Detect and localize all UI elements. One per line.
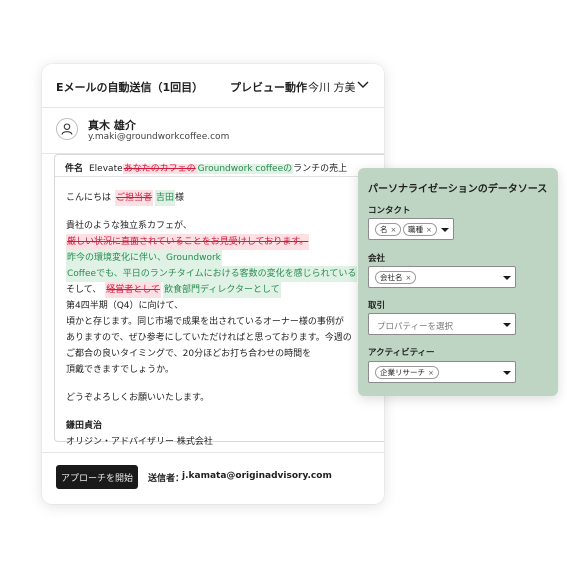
chip-first-name[interactable]: 名 × <box>375 223 402 236</box>
greeting-deleted: ご担当者 <box>115 190 154 206</box>
subject-value[interactable]: Elevateあなたのカフェの Groundwork coffeeのランチの売上 <box>89 161 347 174</box>
greeting-line: こんにちは ご担当者 吉田様 <box>66 190 384 206</box>
sender-row: 真木 雄介 y.maki@groundworkcoffee.com <box>42 108 384 154</box>
card-title: Eメールの自動送信（1回目） <box>56 81 204 94</box>
deal-placeholder: プロパティーを選択 <box>377 322 453 332</box>
subject-suffix: ランチの売上 <box>293 164 348 174</box>
body-line: Coffeeでも、平日のランチタイムにおける客数の変化を感じられている <box>66 266 384 282</box>
subject-deleted: あなたのカフェの <box>122 164 197 174</box>
p1-inserted-2: Coffeeでも、平日のランチタイムにおける客数の変化を感じられている <box>66 266 358 282</box>
body-line: 昨今の環境変化に伴い、Groundwork <box>66 250 384 266</box>
caret-down-icon[interactable] <box>441 228 449 232</box>
p1-deleted: 厳しい状況に直面されていることをお見受けしております。 <box>66 234 310 250</box>
start-approach-button[interactable]: アプローチを開始 <box>56 465 138 489</box>
p1-inserted-1: 昨今の環境変化に伴い、Groundwork <box>66 250 222 266</box>
body-line: 貴社のような独立系カフェが、 <box>66 221 192 231</box>
body-line: ありますので、ぜひ参考にしていただければと思っております。今週の <box>66 333 352 343</box>
caret-down-icon[interactable] <box>503 276 511 280</box>
chip-label: 職種 <box>408 225 423 234</box>
signature-company: オリジン・アドバイザリー 株式会社 <box>66 437 213 447</box>
chip-company-research[interactable]: 企業リサーチ × <box>375 366 439 379</box>
close-icon[interactable]: × <box>426 226 432 234</box>
greeting-prefix: こんにちは <box>66 193 112 203</box>
activity-label: アクティビティー <box>368 348 435 358</box>
card-footer: アプローチを開始 送信者： j.kamata@originadvisory.co… <box>42 452 384 504</box>
activity-select[interactable]: 企業リサーチ × <box>368 361 516 383</box>
p2-deleted: 経営者として <box>105 282 162 298</box>
body-line: 頂戴できますでしょうか。 <box>66 365 174 375</box>
card-header: Eメールの自動送信（1回目） プレビュー動作 今川 方美 <box>42 64 384 108</box>
signature-name: 鎌田貞治 <box>66 421 103 431</box>
person-icon <box>56 118 78 140</box>
body-line: 頃かと存じます。同じ市場で成果を出されているオーナー様の事例が <box>66 317 344 327</box>
contact-label: コンタクト <box>368 206 411 216</box>
sender-name: 真木 雄介 <box>88 119 136 132</box>
body-line: 厳しい状況に直面されていることをお見受けしております。 <box>66 234 384 250</box>
close-icon[interactable]: × <box>391 226 397 234</box>
closing-line: どうぞよろしくお願いいたします。 <box>66 393 210 403</box>
chip-label: 企業リサーチ <box>380 368 425 377</box>
subject-row: 件名 Elevateあなたのカフェの Groundwork coffeeのランチの… <box>55 155 384 177</box>
greeting-inserted: 吉田 <box>155 190 176 206</box>
footer-sender-label: 送信者： <box>148 474 185 484</box>
email-preview-card: Eメールの自動送信（1回目） プレビュー動作 今川 方美 真木 雄介 y.mak… <box>42 64 384 504</box>
preview-label: プレビュー動作 <box>230 81 307 94</box>
subject-inserted: Groundwork coffeeの <box>196 164 294 174</box>
panel-title: パーソナライゼーションのデータソース <box>368 184 548 195</box>
deal-label: 取引 <box>368 301 386 311</box>
subject-label: 件名 <box>65 164 84 174</box>
sender-email: y.maki@groundworkcoffee.com <box>88 132 230 142</box>
caret-down-icon[interactable] <box>503 323 511 327</box>
caret-down-icon[interactable] <box>503 371 511 375</box>
company-select[interactable]: 会社名 × <box>368 266 516 288</box>
close-icon[interactable]: × <box>428 369 434 377</box>
contact-select[interactable]: 名 × 職種 × <box>368 218 454 240</box>
close-icon[interactable]: × <box>406 274 412 282</box>
p2-prefix: そして、 <box>66 285 102 295</box>
greeting-suffix: 様 <box>175 193 185 203</box>
email-body-box: 件名 Elevateあなたのカフェの Groundwork coffeeのランチの… <box>54 154 384 447</box>
preview-user-select[interactable]: 今川 方美 <box>308 79 356 95</box>
chip-job-title[interactable]: 職種 × <box>403 223 437 236</box>
body-line: ご都合の良いタイミングで、20分ほどお打ち合わせの時間を <box>66 349 312 359</box>
chip-company-name[interactable]: 会社名 × <box>375 271 417 284</box>
body-line: そして、 経営者として 飲食部門ディレクターとして <box>66 282 384 298</box>
footer-sender-address: j.kamata@originadvisory.com <box>182 471 332 481</box>
personalization-panel: パーソナライゼーションのデータソース コンタクト 名 × 職種 × 会社 会社名 × … <box>358 168 558 396</box>
body-line: 第4四半期（Q4）に向けて、 <box>66 301 184 311</box>
company-label: 会社 <box>368 254 386 264</box>
chip-label: 名 <box>380 225 388 234</box>
chip-label: 会社名 <box>380 273 403 282</box>
email-body-text[interactable]: こんにちは ご担当者 吉田様 貴社のような独立系カフェが、 厳しい状況に直面され… <box>66 190 384 450</box>
chevron-down-icon[interactable] <box>356 77 370 91</box>
deal-select[interactable]: プロパティーを選択 <box>368 313 516 335</box>
p2-inserted: 飲食部門ディレクターとして <box>163 282 281 298</box>
subject-prefix: Elevate <box>89 164 123 174</box>
